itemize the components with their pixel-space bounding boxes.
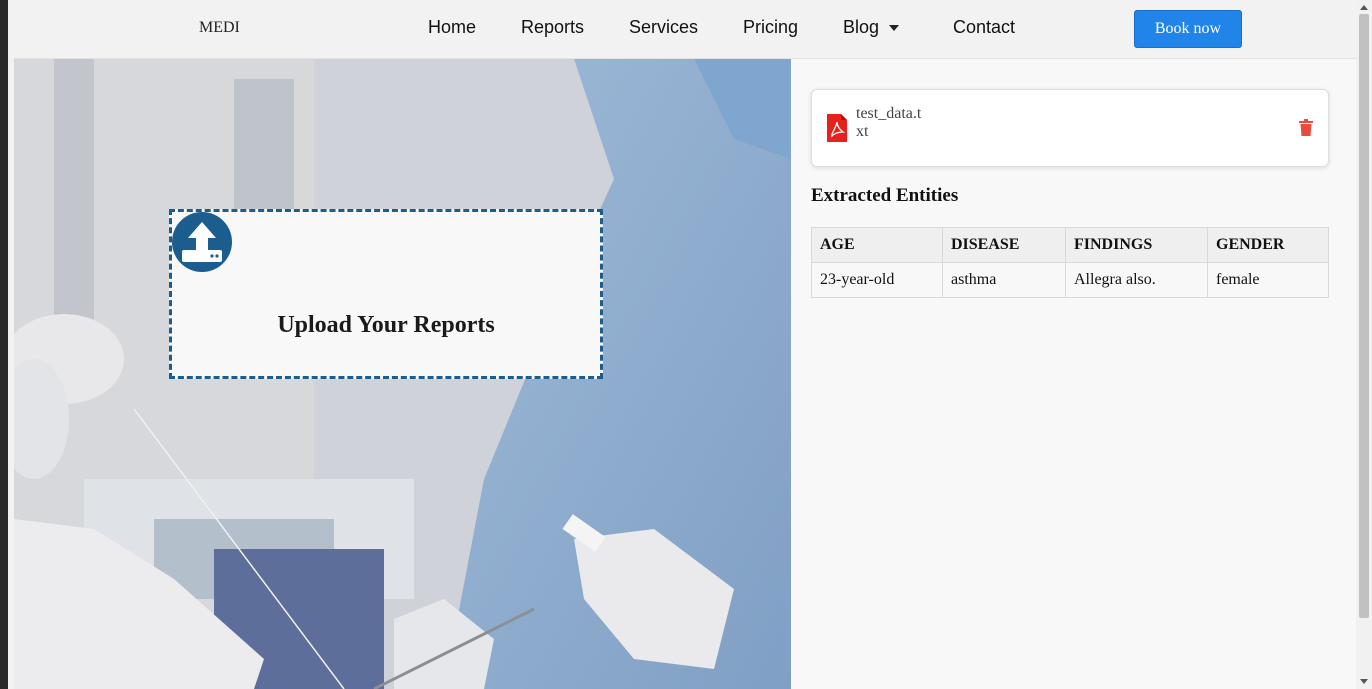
file-name: test_data.txt	[856, 105, 922, 140]
cell-disease: asthma	[942, 262, 1066, 298]
brand-logo[interactable]: MEDI	[199, 19, 240, 37]
column-header-disease: DISEASE	[942, 227, 1066, 263]
nav-services[interactable]: Services	[629, 17, 698, 38]
column-header-findings: FINDINGS	[1065, 227, 1208, 263]
nav-reports[interactable]: Reports	[521, 17, 584, 38]
trash-icon[interactable]	[1299, 119, 1313, 136]
nav-blog-label: Blog	[843, 17, 880, 37]
pdf-icon	[827, 114, 847, 142]
upload-dropzone[interactable]: Upload Your Reports	[169, 209, 603, 379]
book-now-button[interactable]: Book now	[1134, 10, 1242, 48]
cell-findings: Allegra also.	[1065, 262, 1208, 298]
hero-image: Upload Your Reports	[14, 59, 791, 689]
nav-contact[interactable]: Contact	[953, 17, 1015, 38]
nav-blog[interactable]: Blog	[843, 17, 900, 38]
cell-age: 23-year-old	[811, 262, 943, 298]
uploaded-file-card: test_data.txt	[811, 89, 1329, 167]
results-panel: test_data.txt Extracted Entities AGE DIS…	[791, 59, 1356, 689]
upload-icon	[172, 212, 232, 272]
navbar: MEDI Home Reports Services Pricing Blog …	[14, 0, 1356, 59]
cell-gender: female	[1207, 262, 1329, 298]
column-header-gender: GENDER	[1207, 227, 1329, 263]
scroll-up-arrow-icon[interactable]	[1360, 5, 1368, 10]
scroll-thumb[interactable]	[1359, 14, 1369, 618]
nav-pricing[interactable]: Pricing	[743, 17, 798, 38]
extracted-entities-title: Extracted Entities	[811, 185, 959, 206]
entities-table: AGE DISEASE FINDINGS GENDER 23-year-old …	[811, 227, 1329, 298]
upload-title: Upload Your Reports	[277, 312, 495, 338]
table-header-row: AGE DISEASE FINDINGS GENDER	[811, 227, 1329, 263]
scroll-down-arrow-icon[interactable]	[1360, 679, 1368, 684]
vertical-scrollbar[interactable]	[1356, 0, 1372, 689]
caret-down-icon	[889, 25, 900, 32]
page: MEDI Home Reports Services Pricing Blog …	[14, 0, 1356, 689]
nav-home[interactable]: Home	[428, 17, 476, 38]
column-header-age: AGE	[811, 227, 943, 263]
table-row: 23-year-old asthma Allegra also. female	[811, 262, 1329, 298]
left-edge-strip	[0, 0, 14, 689]
